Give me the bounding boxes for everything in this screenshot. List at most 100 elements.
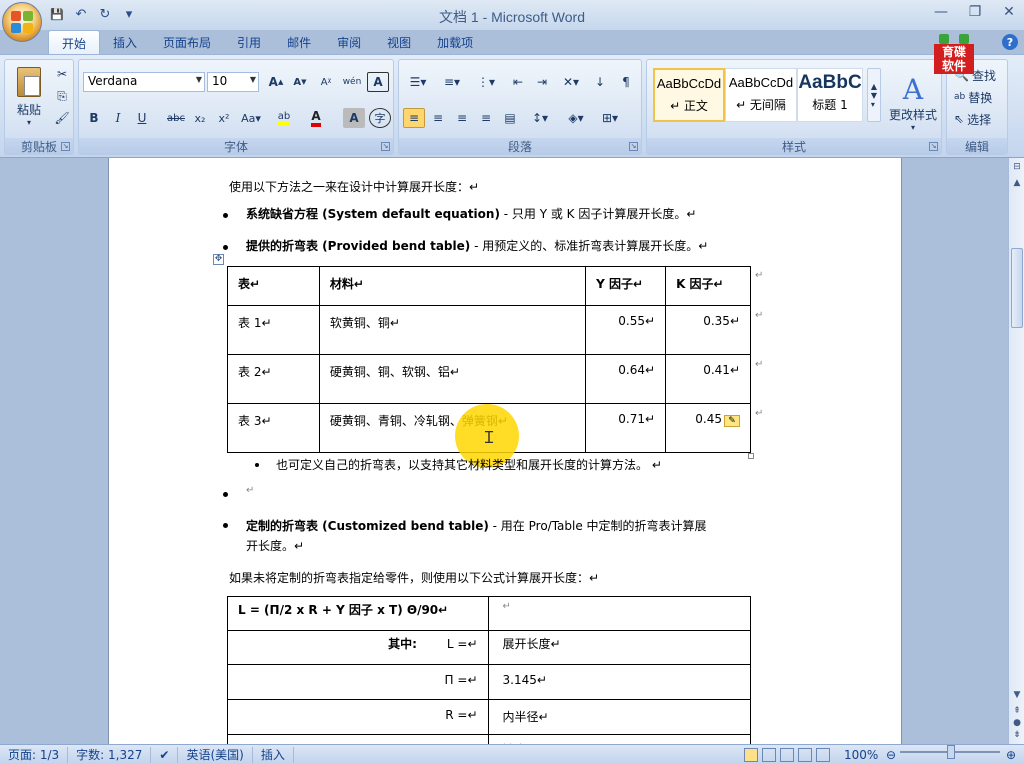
phonetic-guide-icon[interactable]: wén: [341, 72, 363, 92]
document-page[interactable]: 使用以下方法之一来在设计中计算展开长度：↵ 系统缺省方程 (System def…: [108, 158, 902, 744]
table-move-handle-icon[interactable]: ✥: [213, 254, 224, 265]
format-painter-icon[interactable]: 🖌: [51, 108, 73, 128]
dialog-launcher-icon[interactable]: ↘: [629, 142, 638, 151]
align-center-icon[interactable]: ≡: [427, 108, 449, 128]
multilevel-list-icon[interactable]: ⋮▾: [471, 72, 501, 92]
vertical-scrollbar[interactable]: ⊟ ▲ ▼ ⇞ ● ⇟: [1008, 158, 1024, 744]
help-icon[interactable]: ?: [1002, 34, 1018, 50]
dialog-launcher-icon[interactable]: ↘: [929, 142, 938, 151]
tab-4[interactable]: 邮件: [274, 30, 324, 54]
align-left-icon[interactable]: ≡: [403, 108, 425, 128]
scroll-up-icon[interactable]: ▲: [1011, 178, 1023, 190]
underline-button[interactable]: U: [131, 108, 153, 128]
table-cell[interactable]: Π =↵: [227, 664, 489, 700]
strikethrough-button[interactable]: abc: [165, 108, 187, 128]
tab-6[interactable]: 视图: [374, 30, 424, 54]
language-status[interactable]: 英语(美国): [178, 746, 253, 763]
redo-icon[interactable]: ↻: [96, 5, 114, 23]
full-screen-icon[interactable]: [762, 747, 776, 762]
tab-5[interactable]: 审阅: [324, 30, 374, 54]
shading-icon[interactable]: ◈▾: [561, 108, 591, 128]
table-cell[interactable]: 内半径↵: [487, 699, 751, 735]
font-size-combo[interactable]: 10 ▼: [207, 72, 259, 92]
table-cell[interactable]: 0.35↵: [665, 305, 751, 355]
table-cell[interactable]: 软黄铜、铜↵: [318, 305, 587, 355]
table-cell[interactable]: 表 1↵: [227, 305, 320, 355]
zoom-level[interactable]: 100%: [844, 748, 878, 762]
justify-icon[interactable]: ≡: [475, 108, 497, 128]
insert-mode[interactable]: 插入: [253, 746, 294, 763]
table-cell[interactable]: R =↵: [227, 699, 489, 735]
table-cell[interactable]: 0.55↵: [585, 305, 667, 355]
restore-button[interactable]: ❐: [964, 3, 986, 21]
increase-indent-icon[interactable]: ⇥: [531, 72, 553, 92]
borders-icon[interactable]: ⊞▾: [595, 108, 625, 128]
scroll-down-icon[interactable]: ▼: [1011, 690, 1023, 702]
tab-7[interactable]: 加载项: [424, 30, 486, 54]
ruler-toggle-icon[interactable]: ⊟: [1011, 162, 1023, 174]
table-cell[interactable]: 缺省 Y 因子 = 0.50↵: [487, 734, 751, 744]
table-cell[interactable]: 硬黄铜、青铜、冷轧钢、弹簧钢↵: [318, 403, 587, 453]
table-resize-handle[interactable]: [748, 453, 754, 459]
smart-tag-icon[interactable]: ✎: [724, 415, 740, 427]
word-count[interactable]: 字数: 1,327: [68, 746, 152, 763]
line-spacing-icon[interactable]: ↕▾: [525, 108, 555, 128]
table-cell[interactable]: 0.45 ✎: [665, 403, 751, 453]
tab-1[interactable]: 插入: [100, 30, 150, 54]
table-cell[interactable]: 0.41↵: [665, 354, 751, 404]
customize-qat-icon[interactable]: ▾: [120, 5, 138, 23]
char-border-icon[interactable]: A: [367, 72, 389, 92]
dialog-launcher-icon[interactable]: ↘: [61, 142, 70, 151]
style-heading-1[interactable]: AaBbC 标题 1: [797, 68, 863, 122]
distribute-icon[interactable]: ▤: [499, 108, 521, 128]
asian-layout-icon[interactable]: ✕▾: [557, 72, 585, 92]
change-styles-button[interactable]: A 更改样式 ▾: [887, 66, 939, 138]
web-layout-icon[interactable]: [780, 747, 794, 762]
bold-button[interactable]: B: [83, 108, 105, 128]
styles-scroll[interactable]: ▲ ▼ ▾: [867, 68, 881, 122]
save-icon[interactable]: 💾: [48, 5, 66, 23]
select-button[interactable]: ⇖ 选择: [953, 110, 992, 128]
proofing-icon[interactable]: ✔: [151, 746, 179, 763]
clear-format-icon[interactable]: Aᵡ: [315, 72, 337, 92]
tab-0[interactable]: 开始: [48, 30, 101, 54]
zoom-in-icon[interactable]: ⊕: [1006, 748, 1016, 762]
copy-icon[interactable]: ⎘: [51, 86, 73, 106]
table-cell[interactable]: 表 2↵: [227, 354, 320, 404]
table-cell[interactable]: ↵: [487, 596, 751, 631]
tab-2[interactable]: 页面布局: [150, 30, 224, 54]
outline-icon[interactable]: [798, 747, 812, 762]
subscript-button[interactable]: x₂: [189, 108, 211, 128]
table-cell[interactable]: 3.145↵: [487, 664, 751, 700]
table-cell[interactable]: 0.64↵: [585, 354, 667, 404]
replace-button[interactable]: ab 替换: [953, 88, 993, 106]
style-no-spacing[interactable]: AaBbCcDd ↵ 无间隔: [725, 68, 797, 122]
table-cell[interactable]: 其中: L =↵: [227, 630, 489, 665]
show-marks-icon[interactable]: ¶: [615, 72, 637, 92]
dialog-launcher-icon[interactable]: ↘: [381, 142, 390, 151]
table-cell[interactable]: 表 3↵: [227, 403, 320, 453]
next-page-icon[interactable]: ⇟: [1011, 730, 1023, 742]
table-cell[interactable]: 0.71↵: [585, 403, 667, 453]
char-shading-icon[interactable]: A: [343, 108, 365, 128]
office-button[interactable]: [2, 2, 42, 42]
print-layout-icon[interactable]: [744, 747, 758, 762]
close-button[interactable]: ✕: [998, 3, 1020, 21]
bullets-icon[interactable]: ☰▾: [403, 72, 433, 92]
minimize-button[interactable]: —: [930, 3, 952, 21]
align-right-icon[interactable]: ≡: [451, 108, 473, 128]
table-cell[interactable]: 展开长度↵: [487, 630, 751, 665]
superscript-button[interactable]: x²: [213, 108, 235, 128]
formula-cell[interactable]: L = (Π/2 x R + Y 因子 x T) Θ/90↵: [227, 596, 489, 631]
cut-icon[interactable]: ✂: [51, 64, 73, 84]
shrink-font-icon[interactable]: A ▼: [289, 72, 311, 92]
scroll-thumb[interactable]: [1011, 248, 1023, 328]
page-count[interactable]: 页面: 1/3: [0, 746, 69, 763]
font-name-combo[interactable]: Verdana ▼: [83, 72, 205, 92]
font-color-icon[interactable]: A: [305, 108, 327, 128]
browse-object-icon[interactable]: ●: [1011, 718, 1023, 730]
draft-icon[interactable]: [816, 747, 830, 762]
table-cell[interactable]: 硬黄铜、铜、软钢、铝↵: [318, 354, 587, 404]
decrease-indent-icon[interactable]: ⇤: [507, 72, 529, 92]
tab-3[interactable]: 引用: [224, 30, 274, 54]
